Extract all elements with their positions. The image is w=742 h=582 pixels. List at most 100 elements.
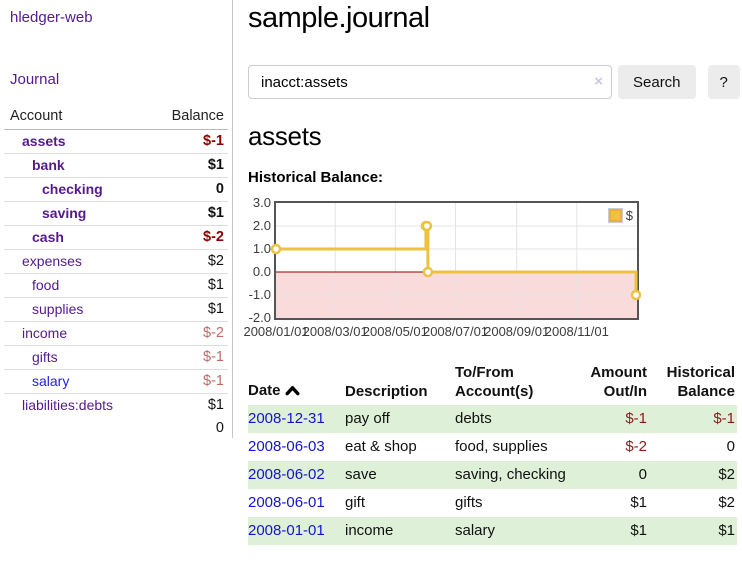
account-balance: 0 bbox=[148, 178, 228, 202]
account-row: salary $-1 bbox=[4, 370, 228, 394]
y-axis-tick-label: 0.0 bbox=[248, 264, 271, 279]
register-row: 2008-06-01 giftgifts$1$2 bbox=[248, 489, 737, 517]
x-axis-tick-label: 2008/07/01 bbox=[423, 324, 488, 339]
account-link[interactable]: expenses bbox=[22, 253, 82, 269]
accounts-col-account: Account bbox=[4, 105, 148, 130]
account-balance: $-1 bbox=[148, 346, 228, 370]
register-row: 2008-06-03 eat & shopfood, supplies$-20 bbox=[248, 433, 737, 461]
accounts-total-value: 0 bbox=[148, 417, 228, 440]
account-row: cash$-2 bbox=[4, 226, 228, 250]
chart-plot-area: $ bbox=[274, 201, 639, 320]
y-axis-tick-label: 3.0 bbox=[248, 195, 271, 210]
transaction-description: save bbox=[345, 461, 455, 489]
account-link[interactable]: assets bbox=[22, 133, 66, 149]
account-heading: assets bbox=[248, 121, 738, 152]
search-help-button[interactable]: ? bbox=[708, 65, 740, 99]
account-link[interactable]: salary bbox=[32, 373, 69, 389]
register-col-description: Description bbox=[345, 361, 455, 405]
transaction-amount: $1 bbox=[582, 517, 655, 545]
transaction-amount: $-2 bbox=[582, 433, 655, 461]
sidebar: hledger-web Journal Account Balance asse… bbox=[0, 0, 233, 438]
register-col-historical: Historical Balance bbox=[655, 361, 737, 405]
y-axis-tick-label: -2.0 bbox=[248, 310, 271, 325]
transaction-date-link[interactable]: 2008-01-01 bbox=[248, 522, 325, 539]
x-axis-tick-label: 2008/03/01 bbox=[303, 324, 368, 339]
register-row: 2008-12-31pay offdebts$-1$-1 bbox=[248, 405, 737, 433]
sort-ascending-icon bbox=[285, 382, 300, 401]
account-row: saving $1 bbox=[4, 202, 228, 226]
y-axis-tick-label: 1.0 bbox=[248, 241, 271, 256]
accounts-header-row: Account Balance bbox=[4, 105, 228, 130]
transaction-amount: 0 bbox=[582, 461, 655, 489]
search-bar: × Search ? bbox=[248, 65, 738, 99]
transaction-description: eat & shop bbox=[345, 433, 455, 461]
account-link[interactable]: income bbox=[22, 325, 67, 341]
legend-swatch-icon bbox=[608, 208, 623, 223]
account-balance: $-1 bbox=[148, 130, 228, 154]
app-brand-link[interactable]: hledger-web bbox=[0, 0, 93, 26]
transaction-accounts: salary bbox=[455, 517, 582, 545]
account-balance: $-2 bbox=[148, 322, 228, 346]
account-row: liabilities:debts $1 bbox=[4, 394, 228, 418]
account-balance: $1 bbox=[148, 202, 228, 226]
hledger-web-app: hledger-web Journal Account Balance asse… bbox=[0, 0, 742, 582]
account-balance: $-1 bbox=[148, 370, 228, 394]
legend-label: $ bbox=[626, 208, 633, 223]
transaction-description: gift bbox=[345, 489, 455, 517]
register-col-tofrom: To/From Account(s) bbox=[455, 361, 582, 405]
y-axis-tick-label: -1.0 bbox=[248, 287, 271, 302]
account-link[interactable]: checking bbox=[42, 181, 103, 197]
account-link[interactable]: gifts bbox=[32, 349, 58, 365]
x-axis-tick-label: 2008/01/01 bbox=[243, 324, 308, 339]
account-link[interactable]: saving bbox=[42, 205, 86, 221]
transaction-balance: $-1 bbox=[655, 405, 737, 433]
transaction-accounts: saving, checking bbox=[455, 461, 582, 489]
account-row: income $-2 bbox=[4, 322, 228, 346]
main-content: sample.journal × Search ? assets Histori… bbox=[248, 0, 738, 545]
register-col-date[interactable]: Date bbox=[248, 361, 345, 405]
account-link[interactable]: cash bbox=[32, 229, 64, 245]
transaction-accounts: food, supplies bbox=[455, 433, 582, 461]
transaction-accounts: gifts bbox=[455, 489, 582, 517]
account-row: supplies$1 bbox=[4, 298, 228, 322]
account-link[interactable]: supplies bbox=[32, 301, 83, 317]
search-button[interactable]: Search bbox=[618, 65, 696, 99]
transaction-balance: 0 bbox=[655, 433, 737, 461]
clear-search-icon[interactable]: × bbox=[594, 73, 603, 91]
account-balance: $1 bbox=[148, 394, 228, 418]
register-col-amount: Amount Out/In bbox=[582, 361, 655, 405]
search-input[interactable] bbox=[248, 65, 612, 99]
account-row: assets $-1 bbox=[4, 130, 228, 154]
x-axis-tick-label: 2008/05/01 bbox=[363, 324, 428, 339]
account-link[interactable]: bank bbox=[32, 157, 65, 173]
transaction-balance: $2 bbox=[655, 489, 737, 517]
transaction-date-link[interactable]: 2008-06-02 bbox=[248, 466, 325, 483]
account-row: food $1 bbox=[4, 274, 228, 298]
transaction-amount: $1 bbox=[582, 489, 655, 517]
transaction-accounts: debts bbox=[455, 405, 582, 433]
balance-chart: $ 3.02.01.00.0-1.0-2.02008/01/012008/03/… bbox=[248, 201, 738, 347]
account-row: gifts $-1 bbox=[4, 346, 228, 370]
register-header-row: Date Description To/From Account(s) Amou… bbox=[248, 361, 737, 405]
sidebar-item-journal[interactable]: Journal bbox=[10, 71, 59, 88]
transaction-balance: $2 bbox=[655, 461, 737, 489]
account-link[interactable]: food bbox=[32, 277, 59, 293]
account-row: bank$1 bbox=[4, 154, 228, 178]
transaction-date-link[interactable]: 2008-06-03 bbox=[248, 438, 325, 455]
transaction-date-link[interactable]: 2008-06-01 bbox=[248, 494, 325, 511]
page-title: sample.journal bbox=[248, 0, 738, 35]
transaction-date-link[interactable]: 2008-12-31 bbox=[248, 410, 325, 427]
chart-title: Historical Balance: bbox=[248, 169, 738, 186]
register-table: Date Description To/From Account(s) Amou… bbox=[248, 361, 737, 545]
account-balance: $1 bbox=[148, 274, 228, 298]
transaction-description: income bbox=[345, 517, 455, 545]
account-link[interactable]: liabilities:debts bbox=[22, 397, 113, 413]
transaction-description: pay off bbox=[345, 405, 455, 433]
transaction-amount: $-1 bbox=[582, 405, 655, 433]
y-axis-tick-label: 2.0 bbox=[248, 218, 271, 233]
chart-legend: $ bbox=[608, 208, 633, 223]
account-row: expenses $2 bbox=[4, 250, 228, 274]
accounts-col-balance: Balance bbox=[148, 105, 228, 130]
account-balance: $2 bbox=[148, 250, 228, 274]
accounts-table: Account Balance assets$-1bank$1checking0… bbox=[4, 105, 228, 440]
